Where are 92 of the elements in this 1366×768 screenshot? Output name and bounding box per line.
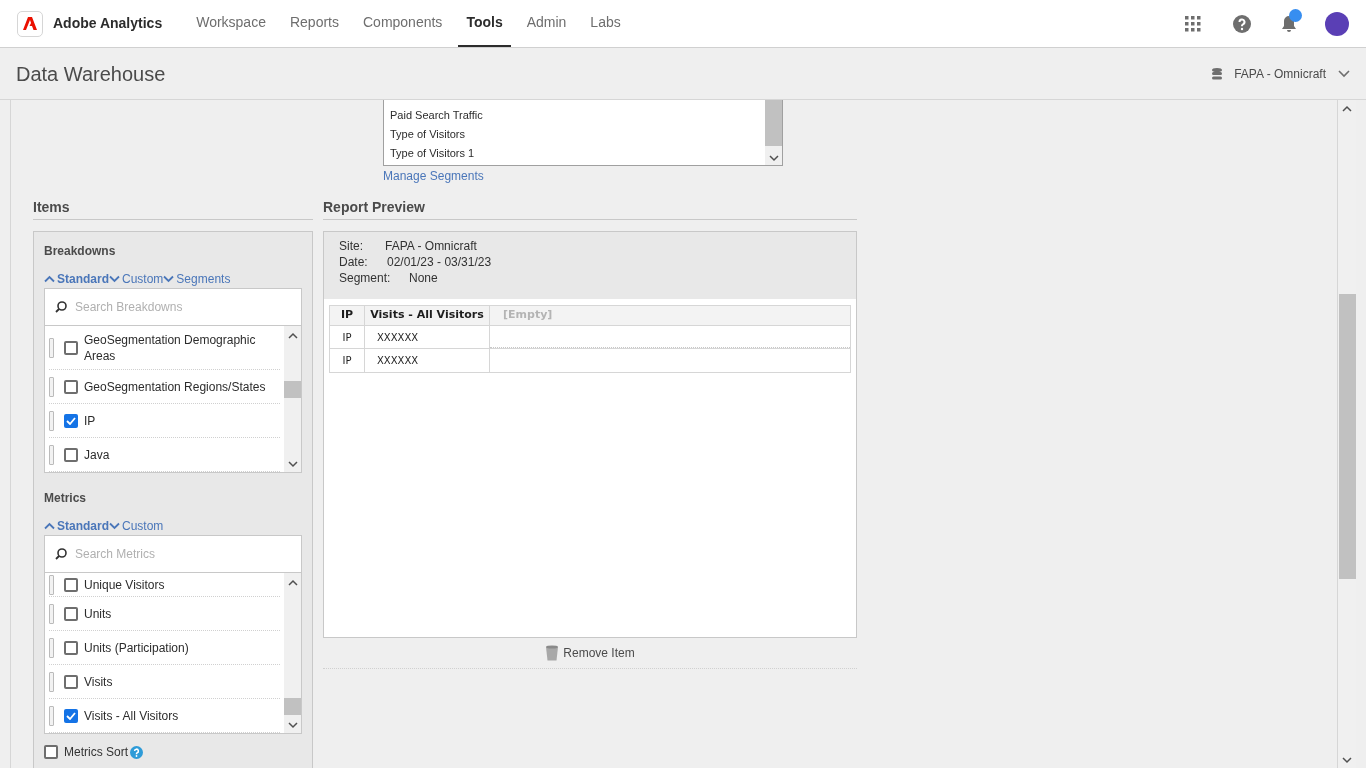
filter-toggle[interactable]: Segments (163, 270, 231, 288)
database-icon (1212, 67, 1223, 80)
nav-tab[interactable]: Components (355, 0, 451, 47)
info-label: Date: (339, 254, 369, 270)
caret-icon (44, 275, 55, 283)
filter-toggle[interactable]: Custom (109, 517, 164, 535)
nav-tab[interactable]: Reports (281, 0, 347, 47)
info-label: Site: (339, 238, 364, 254)
column-header: [Empty] (502, 307, 554, 324)
filter-toggle[interactable]: Standard (44, 517, 109, 535)
page-title: Data Warehouse (16, 61, 166, 87)
trash-icon (545, 645, 560, 661)
drag-handle[interactable] (49, 376, 54, 397)
segment-option[interactable]: Type of Visitors (390, 125, 765, 144)
drag-handle[interactable] (49, 705, 54, 726)
table-cell: XXXXXX (365, 349, 490, 372)
scrollbar-thumb[interactable] (1338, 294, 1356, 579)
nav-tab[interactable]: Admin (518, 0, 575, 47)
item-label: GeoSegmentation Regions/States (84, 378, 266, 395)
caret-icon (163, 275, 175, 283)
group-heading: Metrics (44, 490, 88, 507)
scroll-up-icon[interactable] (1342, 105, 1352, 113)
help-icon[interactable] (130, 745, 143, 759)
checkbox[interactable] (64, 640, 78, 655)
app-logo-icon[interactable] (17, 10, 43, 37)
item-label: Visits - All Visitors (84, 707, 179, 724)
scroll-up-icon[interactable] (287, 579, 298, 587)
checkbox[interactable] (64, 447, 78, 462)
help-icon[interactable] (1233, 14, 1251, 33)
avatar[interactable] (1325, 11, 1349, 36)
table-cell: IP (330, 326, 365, 348)
drag-handle[interactable] (49, 410, 54, 431)
segment-option[interactable]: Paid Search Traffic (390, 106, 765, 125)
table-cell: IP (330, 349, 365, 372)
drag-handle[interactable] (49, 444, 54, 465)
search-field[interactable]: Search Metrics (75, 545, 291, 563)
search-icon (55, 548, 67, 560)
scrollbar-thumb[interactable] (284, 698, 301, 715)
drag-handle[interactable] (49, 574, 54, 595)
checkbox-label: Metrics Sort (64, 744, 128, 761)
scrollbar-thumb[interactable] (284, 381, 301, 398)
checkbox[interactable] (64, 674, 78, 689)
search-field[interactable]: Search Breakdowns (75, 298, 291, 316)
drag-handle[interactable] (49, 637, 54, 658)
info-label: Segment: (339, 270, 392, 286)
filter-toggle[interactable]: Standard (44, 270, 109, 288)
checkbox[interactable] (64, 606, 78, 621)
chevron-down-icon (1338, 69, 1350, 78)
manage-segments-link[interactable]: Manage Segments (383, 167, 484, 185)
report-suite-selector[interactable]: FAPA - Omnicraft (1234, 64, 1350, 83)
nav-tab[interactable]: Labs (582, 0, 629, 47)
section-heading: Items (33, 197, 313, 220)
drag-handle[interactable] (49, 603, 54, 624)
checkbox[interactable] (64, 379, 78, 394)
scroll-down-icon[interactable] (768, 154, 779, 162)
info-value: 02/01/23 - 03/31/23 (387, 254, 492, 270)
remove-item-button[interactable]: Remove Item (545, 644, 635, 662)
drag-handle[interactable] (49, 671, 54, 692)
item-label: Units (84, 605, 112, 622)
caret-icon (109, 275, 120, 283)
item-label: GeoSegmentation Demographic Areas (84, 331, 257, 364)
scroll-down-icon[interactable] (287, 721, 298, 729)
item-label: IP (84, 412, 96, 429)
group-heading: Breakdowns (44, 243, 117, 260)
column-header: Visits - All Visitors (365, 306, 490, 325)
item-label: Visits (84, 673, 113, 690)
checkbox[interactable] (64, 340, 78, 355)
checkbox[interactable] (64, 708, 78, 723)
column-header: IP (330, 306, 365, 325)
apps-grid-icon[interactable] (1185, 15, 1201, 32)
scroll-down-icon[interactable] (1342, 756, 1352, 764)
caret-icon (44, 522, 55, 530)
item-label: Java (84, 446, 110, 463)
app-name[interactable]: Adobe Analytics (53, 13, 163, 34)
segment-option[interactable]: Type of Visitors 1 (390, 144, 765, 163)
caret-icon (109, 522, 120, 530)
info-value: FAPA - Omnicraft (385, 238, 477, 254)
scroll-down-icon[interactable] (287, 460, 298, 468)
checkbox[interactable] (64, 413, 78, 428)
table-cell: XXXXXX (365, 326, 490, 348)
section-heading: Report Preview (323, 197, 857, 220)
item-label: Unique Visitors (84, 576, 165, 593)
item-label: Units (Participation) (84, 639, 189, 656)
info-value: None (409, 270, 438, 286)
nav-tab[interactable]: Workspace (188, 0, 274, 47)
search-icon (55, 301, 67, 313)
checkbox[interactable] (64, 577, 78, 592)
filter-toggle[interactable]: Custom (109, 270, 164, 288)
checkbox[interactable] (44, 745, 58, 759)
scroll-up-icon[interactable] (287, 332, 298, 340)
drag-handle[interactable] (49, 337, 54, 358)
scrollbar-thumb[interactable] (765, 100, 782, 146)
